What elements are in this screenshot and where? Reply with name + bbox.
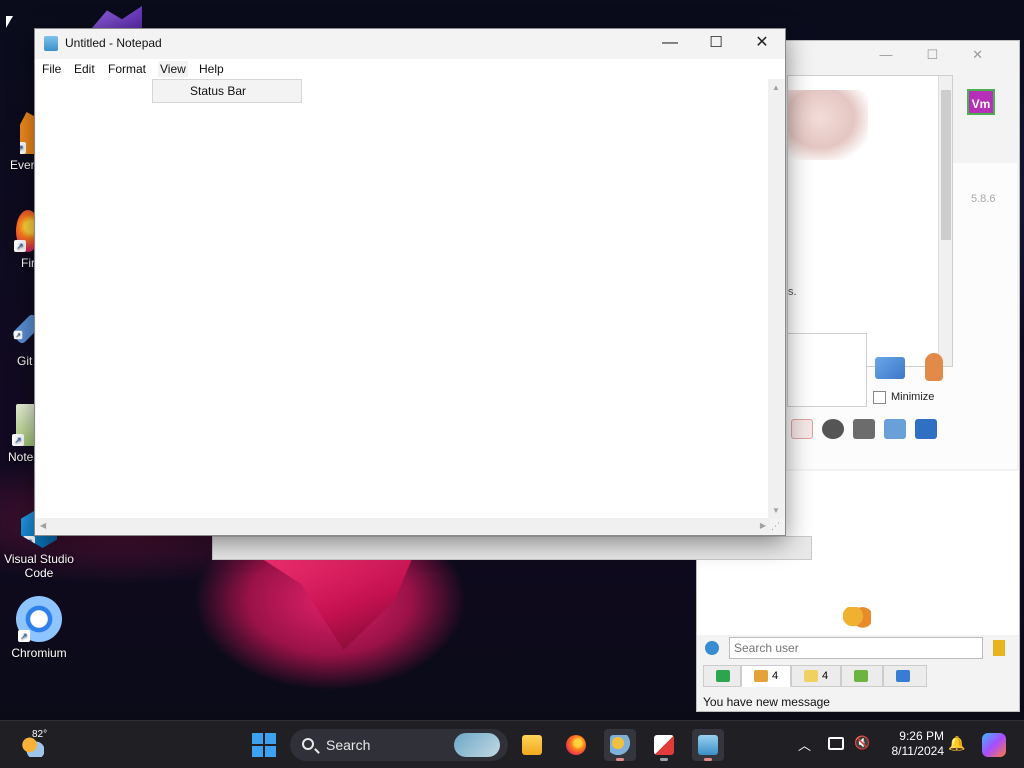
minimize-label: Minimize (891, 391, 935, 403)
notepad-titlebar[interactable]: Untitled - Notepad — ☐ ✕ (35, 29, 785, 59)
snipping-tool-icon (654, 735, 674, 755)
green-screen-icon (716, 670, 730, 683)
taskbar-file-explorer[interactable] (516, 729, 548, 761)
search-icon (302, 738, 314, 750)
minimize-icon[interactable]: — (879, 47, 892, 62)
horizontal-scrollbar[interactable]: ◀ ▶ (36, 518, 770, 534)
settings-icon[interactable] (705, 641, 719, 655)
chat-toolbar (791, 419, 946, 442)
tab-folder-users[interactable]: 4 (791, 665, 841, 687)
minimize-icon: — (662, 34, 678, 51)
notes-icon[interactable] (884, 419, 906, 439)
menu-view[interactable]: View (158, 61, 188, 77)
minimize-checkbox[interactable] (873, 391, 886, 404)
system-clock[interactable]: 9:26 PM 8/11/2024 (880, 729, 945, 759)
taskbar-notepad[interactable] (692, 729, 724, 761)
webcam-icon[interactable] (822, 419, 844, 439)
status-message: You have new message (703, 695, 830, 709)
desktop-icon-chromium[interactable]: ↗ Chromium (0, 596, 78, 660)
taskbar-search[interactable]: Search (290, 729, 508, 761)
clear-icon[interactable] (993, 640, 1005, 656)
users-online-icon (754, 670, 768, 683)
tab-network-users[interactable] (841, 665, 883, 687)
text-editor[interactable] (36, 79, 770, 519)
volume-muted-icon[interactable]: 🔇 (854, 735, 870, 751)
message-input[interactable] (787, 333, 867, 407)
folder-users-icon (804, 670, 818, 683)
menu-help[interactable]: Help (197, 61, 226, 77)
menu-file[interactable]: File (40, 61, 63, 77)
scroll-left-icon[interactable]: ◀ (40, 521, 46, 530)
chat-history-scrollbar[interactable] (938, 76, 952, 366)
notepad-icon (698, 735, 718, 755)
search-label: Search (326, 737, 371, 753)
network-users-icon (854, 670, 868, 683)
scroll-right-icon[interactable]: ▶ (760, 521, 766, 530)
chat-app-window-controls[interactable]: — ☐ ✕ (845, 47, 983, 63)
maximize-icon[interactable]: ☐ (926, 47, 938, 62)
minimize-button[interactable]: — (647, 29, 693, 59)
save-icon[interactable] (915, 419, 937, 439)
version-label: 5.8.6 (971, 193, 996, 205)
clock-time: 9:26 PM (899, 729, 944, 743)
maximize-button[interactable]: ☐ (693, 29, 739, 59)
taskbar-snipping-tool[interactable] (648, 729, 680, 761)
tab-screen[interactable] (703, 665, 741, 687)
chat-history-area[interactable]: s. (787, 75, 953, 367)
menu-bar: File Edit Format View Help (35, 59, 785, 79)
mouse-cursor-icon (6, 16, 13, 28)
copilot-icon[interactable] (982, 733, 1006, 757)
search-user-input[interactable] (729, 637, 983, 659)
desktop-icon-label: Visual Studio Code (4, 552, 74, 580)
code-icon[interactable] (791, 419, 813, 439)
send-icon[interactable] (875, 357, 905, 379)
menu-item-status-bar[interactable]: Status Bar (190, 84, 246, 98)
tab-blue-flag[interactable] (883, 665, 927, 687)
clock-date: 8/11/2024 (891, 744, 945, 758)
scroll-up-icon[interactable]: ▲ (772, 83, 780, 92)
weather-widget[interactable]: 82° (14, 721, 58, 768)
chat-partial-text: s. (788, 286, 797, 298)
avatar (788, 90, 868, 160)
tab-online-users[interactable]: 4 (741, 665, 791, 687)
start-button[interactable] (252, 733, 276, 757)
display-icon[interactable] (828, 737, 844, 750)
users-icon (843, 607, 871, 633)
taskbar-firefox[interactable] (560, 729, 592, 761)
notepad-window[interactable]: Untitled - Notepad — ☐ ✕ File Edit Forma… (34, 28, 786, 536)
taskbar-chat-app[interactable] (604, 729, 636, 761)
firefox-icon (566, 735, 586, 755)
maximize-icon: ☐ (709, 34, 723, 51)
user-tabs: 4 4 (697, 665, 1019, 689)
desktop-icon-label: Chromium (11, 646, 67, 660)
background-window-strip (212, 536, 812, 560)
weather-temp: 82° (32, 729, 48, 740)
menu-format[interactable]: Format (106, 61, 148, 77)
tab-count: 4 (822, 670, 829, 682)
taskbar: 82° Search ︿ 🔇 9:26 PM 8/11/2024 🔔 (0, 720, 1024, 768)
window-title: Untitled - Notepad (65, 36, 162, 50)
search-row (697, 635, 1019, 661)
close-button[interactable]: ✕ (739, 29, 785, 59)
close-icon[interactable]: ✕ (972, 47, 983, 62)
tab-count: 4 (772, 670, 779, 682)
notification-bell-icon[interactable]: 🔔 (948, 735, 965, 752)
search-highlight-icon (454, 733, 500, 757)
notepad-icon (44, 36, 58, 51)
chromium-icon: ↗ (16, 596, 62, 642)
keyboard-icon[interactable] (853, 419, 875, 439)
view-menu-dropdown: Status Bar (152, 79, 302, 103)
vertical-scrollbar[interactable]: ▲ ▼ (768, 79, 784, 519)
close-icon: ✕ (755, 34, 769, 51)
folder-icon (522, 735, 542, 755)
chat-app-icon (610, 735, 630, 755)
chevron-up-icon[interactable]: ︿ (798, 735, 811, 754)
blue-flag-icon (896, 670, 910, 683)
microphone-icon[interactable] (925, 353, 943, 381)
resize-grip-icon[interactable]: ⋰ (771, 521, 783, 533)
menu-edit[interactable]: Edit (72, 61, 97, 77)
vm-badge-icon[interactable]: Vm (967, 89, 995, 115)
scroll-down-icon[interactable]: ▼ (772, 506, 780, 515)
